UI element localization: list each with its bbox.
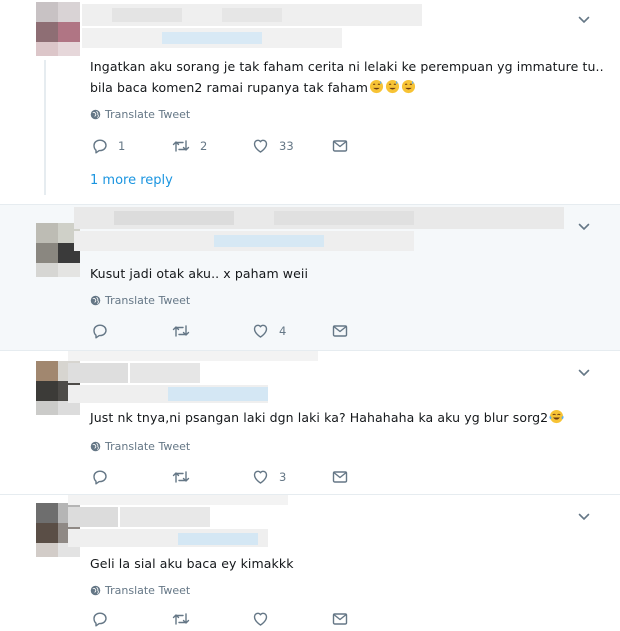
sweat-smile-emoji [400,79,416,95]
more-replies-link[interactable]: 1 more reply [90,173,173,188]
direct-message-button[interactable] [332,138,348,154]
envelope-icon [332,469,348,485]
sweat-smile-emoji [368,79,384,95]
like-button[interactable]: 33 [252,138,294,154]
retweet-button[interactable] [172,469,200,485]
tweet-actions: 1 2 33 [90,138,390,158]
globe-icon [90,295,101,306]
like-button[interactable]: 3 [252,469,286,485]
heart-icon [252,469,269,485]
blurred-username [74,207,564,259]
retweet-icon [172,469,190,485]
thread-line [44,60,46,195]
chevron-down-icon[interactable] [578,221,590,233]
reply-button[interactable]: 1 [92,138,125,154]
chevron-down-icon[interactable] [578,367,590,379]
globe-icon [90,585,101,596]
retweet-icon [172,611,190,627]
tweet-2[interactable]: Kusut jadi otak aku.. x paham weii Trans… [0,205,620,351]
tweet-text: Just nk tnya,ni psangan laki dgn laki ka… [90,407,564,428]
avatar[interactable] [36,2,80,56]
reply-button[interactable] [92,469,118,485]
retweet-icon [172,138,190,154]
blurred-username [82,4,422,56]
retweet-icon [172,323,190,339]
retweet-button[interactable] [172,323,200,339]
tweet-4[interactable]: Geli la sial aku baca ey kimakkk Transla… [0,495,620,627]
like-count: 3 [279,470,287,484]
tweet-text-line-1: Ingatkan aku sorang je tak faham cerita … [90,59,604,74]
chevron-down-icon[interactable] [578,14,590,26]
tweet-1[interactable]: Ingatkan aku sorang je tak faham cerita … [0,0,620,205]
direct-message-button[interactable] [332,469,348,485]
heart-icon [252,323,269,339]
envelope-icon [332,323,348,339]
like-button[interactable]: 4 [252,323,286,339]
envelope-icon [332,611,348,627]
tweet-text: Geli la sial aku baca ey kimakkk [90,556,294,571]
translate-label: Translate Tweet [105,584,191,597]
globe-icon [90,109,101,120]
like-count: 4 [279,324,287,338]
reply-count: 1 [118,139,126,153]
reply-icon [92,469,108,485]
reply-icon [92,138,108,154]
blurred-username [68,351,328,403]
translate-tweet-link[interactable]: Translate Tweet [90,440,190,453]
tweet-actions [90,611,390,631]
sweat-smile-emoji [384,79,400,95]
reply-button[interactable] [92,323,118,339]
translate-label: Translate Tweet [105,440,191,453]
blurred-username [68,495,308,547]
reply-button[interactable] [92,611,108,627]
tweet-3[interactable]: Just nk tnya,ni psangan laki dgn laki ka… [0,351,620,495]
joy-emoji [548,409,564,425]
like-button[interactable] [252,611,269,627]
direct-message-button[interactable] [332,323,348,339]
reply-icon [92,611,108,627]
translate-tweet-link[interactable]: Translate Tweet [90,108,190,121]
retweet-button[interactable]: 2 [172,138,207,154]
reply-icon [92,323,108,339]
translate-label: Translate Tweet [105,294,191,307]
translate-label: Translate Tweet [105,108,191,121]
like-count: 33 [279,139,294,153]
heart-icon [252,138,269,154]
heart-icon [252,611,269,627]
chevron-down-icon[interactable] [578,511,590,523]
tweet-text-line-2: bila baca komen2 ramai rupanya tak faham [90,77,604,98]
tweet-actions: 3 [90,469,390,489]
globe-icon [90,441,101,452]
retweet-button[interactable] [172,611,190,627]
retweet-count: 2 [200,139,208,153]
tweet-actions: 4 [90,323,390,343]
envelope-icon [332,138,348,154]
translate-tweet-link[interactable]: Translate Tweet [90,294,190,307]
tweet-text: Ingatkan aku sorang je tak faham cerita … [90,56,604,98]
tweet-text: Kusut jadi otak aku.. x paham weii [90,266,309,281]
direct-message-button[interactable] [332,611,348,627]
translate-tweet-link[interactable]: Translate Tweet [90,584,190,597]
